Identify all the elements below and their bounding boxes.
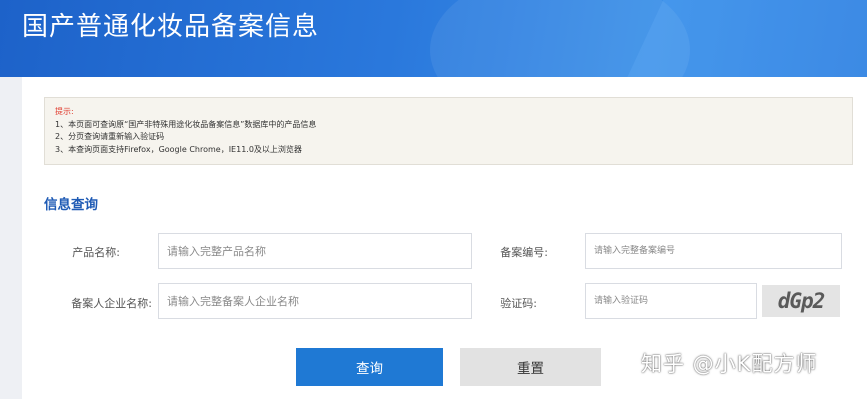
- page-title: 国产普通化妆品备案信息: [22, 12, 320, 42]
- watermark: 知乎 @小K配方师: [641, 352, 818, 376]
- page-header: 国产普通化妆品备案信息: [0, 0, 867, 77]
- notice-line: 2、分页查询请重新输入验证码: [55, 132, 165, 141]
- captcha-image[interactable]: dGp2: [762, 285, 840, 317]
- record-number-label: 备案编号:: [500, 246, 548, 259]
- query-button[interactable]: 查询: [296, 348, 443, 386]
- product-name-label: 产品名称:: [72, 246, 120, 259]
- notice-title: 提示:: [55, 107, 74, 116]
- company-name-input[interactable]: [158, 283, 472, 319]
- notice-line: 1、本页面可查询原“国产非特殊用途化妆品备案信息”数据库中的产品信息: [55, 119, 317, 129]
- captcha-input[interactable]: [585, 283, 757, 319]
- company-name-label: 备案人企业名称:: [71, 297, 152, 310]
- notice-box: 提示: 1、本页面可查询原“国产非特殊用途化妆品备案信息”数据库中的产品信息 2…: [44, 97, 853, 165]
- notice-line: 3、本查询页面支持Firefox，Google Chrome，IE11.0及以上…: [55, 144, 302, 154]
- record-number-input[interactable]: [585, 233, 842, 269]
- captcha-label: 验证码:: [500, 297, 537, 310]
- reset-button[interactable]: 重置: [460, 348, 601, 386]
- left-margin-strip: [0, 77, 22, 399]
- section-title: 信息查询: [44, 197, 98, 213]
- product-name-input[interactable]: [158, 233, 472, 269]
